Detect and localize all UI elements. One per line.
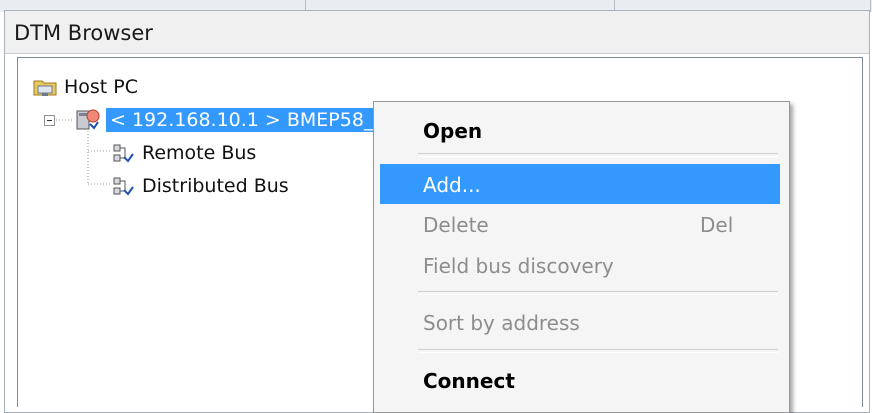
menu-item-label: Open (423, 119, 483, 143)
bus-network-icon (110, 141, 136, 165)
menu-item-sort-by-address[interactable]: Sort by address (380, 302, 780, 342)
menu-separator (418, 291, 778, 295)
tree-node-distributed-bus[interactable]: Distributed Bus (110, 173, 289, 199)
panel-title-bar: DTM Browser (5, 11, 869, 54)
menu-item-delete[interactable]: Delete Del (380, 204, 780, 244)
tree-node-label: Host PC (64, 76, 139, 98)
menu-item-open[interactable]: Open (380, 110, 780, 150)
menu-item-label: Delete (423, 213, 489, 237)
context-menu: Open Add... Delete Del Field bus discove… (373, 101, 790, 413)
panel-title: DTM Browser (14, 21, 153, 45)
menu-item-connect[interactable]: Connect (380, 360, 780, 400)
folder-network-icon (32, 75, 58, 99)
menu-item-label: Field bus discovery (423, 254, 614, 278)
menu-item-field-bus-discovery[interactable]: Field bus discovery (380, 245, 780, 285)
collapse-toggle[interactable] (44, 115, 55, 126)
tree-node-label: Remote Bus (142, 142, 257, 164)
menu-item-label: Add... (423, 173, 481, 197)
tree-node-host-pc[interactable]: Host PC (32, 74, 138, 100)
tree-node-label: Distributed Bus (142, 175, 289, 197)
menu-item-label: Sort by address (423, 311, 580, 335)
menu-separator (418, 153, 778, 157)
plc-device-icon (74, 108, 100, 132)
bus-network-icon (110, 174, 136, 198)
menu-item-shortcut: Del (700, 213, 734, 237)
tree-node-remote-bus[interactable]: Remote Bus (110, 140, 256, 166)
menu-item-label: Connect (423, 369, 515, 393)
menu-item-add[interactable]: Add... (380, 164, 780, 204)
menu-separator (418, 349, 778, 353)
